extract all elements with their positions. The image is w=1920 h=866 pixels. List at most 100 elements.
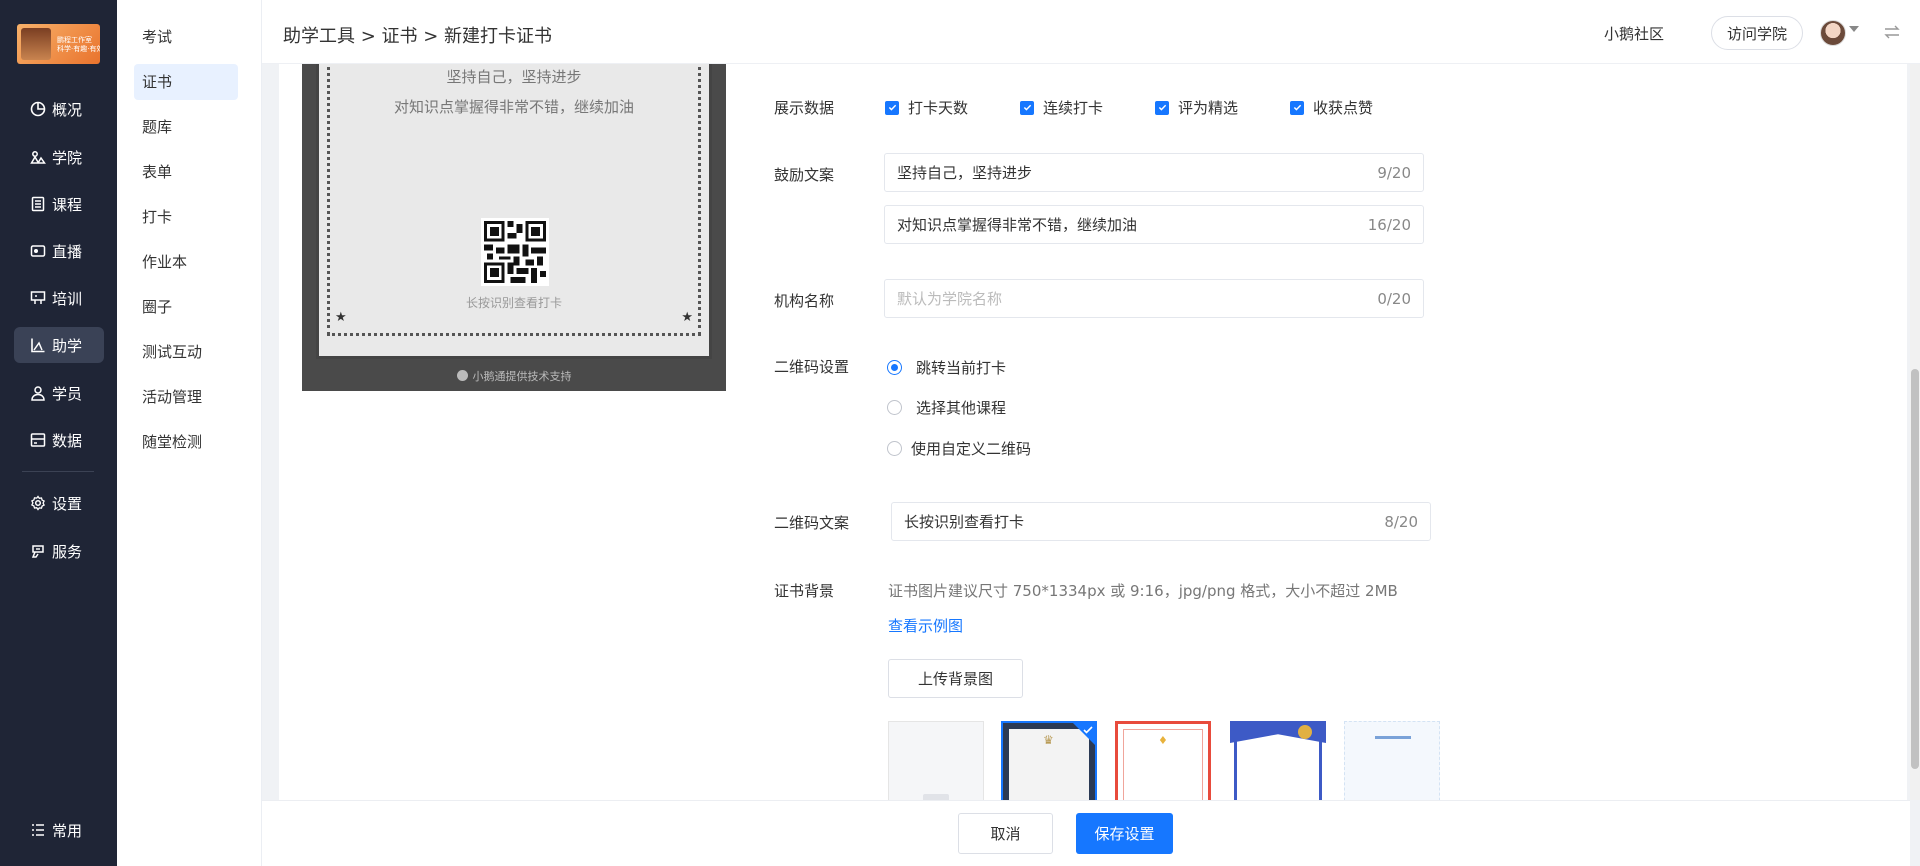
brand-mark-icon [456,370,468,381]
nav-item-overview[interactable]: 概况 [14,91,104,127]
study-aid-icon [31,338,45,353]
checkbox-featured[interactable]: 评为精选 [1155,97,1238,118]
sub-item-question-bank[interactable]: 题库 [134,109,238,145]
nav-item-academy[interactable]: 学院 [14,139,104,175]
radio-selected-icon [887,360,902,375]
checkbox-likes[interactable]: 收获点赞 [1290,97,1373,118]
radio-custom-qr[interactable]: 使用自定义二维码 [887,438,1031,459]
nav-item-service[interactable]: 服务 [14,533,104,569]
sub-item-activity[interactable]: 活动管理 [134,379,238,415]
logo-photo [21,28,51,60]
content-scrollbar[interactable] [1910,64,1920,800]
view-example-link[interactable]: 查看示例图 [888,615,963,636]
course-icon [31,196,45,212]
nav-label: 概况 [52,100,83,119]
nav-label: 课程 [52,195,83,214]
certificate-inner: 坚持自己，坚持进步 对知识点掌握得非常不错，继续加油 长按识别查看打卡 ★ ★ [316,64,712,359]
nav-label: 服务 [52,542,83,561]
nav-item-training[interactable]: 培训 [14,280,104,316]
sub-item-form[interactable]: 表单 [134,154,238,190]
nav-item-study-aid[interactable]: 助学 [14,327,104,363]
sub-item-quiz-interaction[interactable]: 测试互动 [134,334,238,370]
sub-item-class-test[interactable]: 随堂检测 [134,424,238,460]
swap-icon[interactable] [1882,22,1902,42]
nav-label: 学院 [52,148,83,167]
nav-label: 设置 [52,494,83,513]
breadcrumb: 助学工具 > 证书 > 新建打卡证书 [283,26,553,47]
display-data-label: 展示数据 [774,99,835,117]
org-name-input[interactable]: 默认为学院名称 0/20 [884,279,1424,318]
preview-footer: 小鹅通提供技术支持 [302,368,726,384]
brand-logo[interactable]: 鹏程工作室科学·有趣·有效的成长 [17,24,100,64]
avatar[interactable] [1820,20,1846,46]
sub-item-circle[interactable]: 圈子 [134,289,238,325]
preview-qr-text: 长按识别查看打卡 [465,296,562,310]
qr-code-icon [481,218,549,286]
nav-divider [22,471,94,472]
save-settings-button[interactable]: 保存设置 [1076,813,1173,854]
list-icon [32,824,44,836]
qr-text-label: 二维码文案 [774,514,850,532]
cert-bg-hint: 证书图片建议尺寸 750*1334px 或 9:16，jpg/png 格式，大小… [888,582,1398,600]
char-count: 9/20 [1377,163,1411,182]
checkbox-checkin-days[interactable]: 打卡天数 [885,97,968,118]
radio-current-checkin[interactable]: 跳转当前打卡 [887,357,1006,378]
nav-label: 助学 [52,336,83,355]
qr-settings-label: 二维码设置 [774,358,850,376]
community-link[interactable]: 小鹅社区 [1604,23,1664,44]
sub-item-checkin[interactable]: 打卡 [134,199,238,235]
thumb-title-bar [1375,736,1411,739]
star-icon: ★ [681,310,693,325]
sub-item-exam[interactable]: 考试 [134,19,238,55]
radio-unselected-icon [887,441,902,456]
cert-bg-label: 证书背景 [774,582,835,600]
bg-thumb-navy-selected[interactable]: ♛ [1001,721,1097,800]
nav-item-frequent[interactable]: 常用 [14,812,104,848]
main-content: 坚持自己，坚持进步 对知识点掌握得非常不错，继续加油 长按识别查看打卡 ★ ★ [279,64,1907,800]
bg-thumb-red[interactable]: ♦ [1115,721,1211,800]
qr-text-input[interactable]: 长按识别查看打卡 8/20 [891,502,1431,541]
sub-item-homework[interactable]: 作业本 [134,244,238,280]
nav-item-course[interactable]: 课程 [14,186,104,222]
visit-academy-button[interactable]: 访问学院 [1711,16,1803,50]
upload-background-button[interactable]: 上传背景图 [888,659,1023,698]
certificate-preview: 坚持自己，坚持进步 对知识点掌握得非常不错，继续加油 长按识别查看打卡 ★ ★ [302,64,726,391]
bg-thumb-blank[interactable] [888,721,984,800]
nav-item-user[interactable]: 学员 [14,375,104,411]
crown-icon: ♛ [1043,733,1054,747]
checkbox-checked-icon [1155,100,1169,115]
bg-thumb-blue[interactable] [1230,721,1326,800]
scrollbar-thumb[interactable] [1911,369,1919,769]
sub-item-certificate[interactable]: 证书 [134,64,238,100]
top-header: 助学工具 > 证书 > 新建打卡证书 小鹅社区 访问学院 [262,0,1920,64]
nav-label: 常用 [52,821,83,840]
user-icon [31,386,45,401]
cancel-button[interactable]: 取消 [958,813,1053,854]
encourage-input-2[interactable]: 对知识点掌握得非常不错，继续加油 16/20 [884,205,1424,244]
sub-sidebar: 考试 证书 题库 表单 打卡 作业本 圈子 测试互动 活动管理 随堂检测 [117,0,262,866]
training-icon [30,291,46,304]
radio-other-course[interactable]: 选择其他课程 [887,397,1006,418]
preview-encourage-line1: 坚持自己，坚持进步 [446,68,582,86]
checkbox-consecutive[interactable]: 连续打卡 [1020,97,1103,118]
nav-item-live[interactable]: 直播 [14,233,104,269]
bg-thumb-light[interactable] [1344,721,1440,800]
checkbox-checked-icon [885,100,899,115]
logo-text: 鹏程工作室科学·有趣·有效的成长 [57,36,100,53]
nav-label: 培训 [52,289,83,308]
checkbox-checked-icon [1020,100,1034,115]
chevron-down-icon[interactable] [1849,26,1859,32]
star-icon: ★ [335,310,347,325]
char-count: 16/20 [1367,215,1411,234]
radio-unselected-icon [887,400,902,415]
nav-label: 数据 [52,431,83,450]
encourage-label: 鼓励文案 [774,166,835,184]
nav-label: 直播 [52,242,83,261]
live-icon [30,245,46,257]
checkbox-checked-icon [1290,100,1304,115]
nav-item-data[interactable]: 数据 [14,422,104,458]
char-count: 0/20 [1377,289,1411,308]
nav-item-settings[interactable]: 设置 [14,485,104,521]
pie-chart-icon [30,101,46,117]
encourage-input-1[interactable]: 坚持自己，坚持进步 9/20 [884,153,1424,192]
